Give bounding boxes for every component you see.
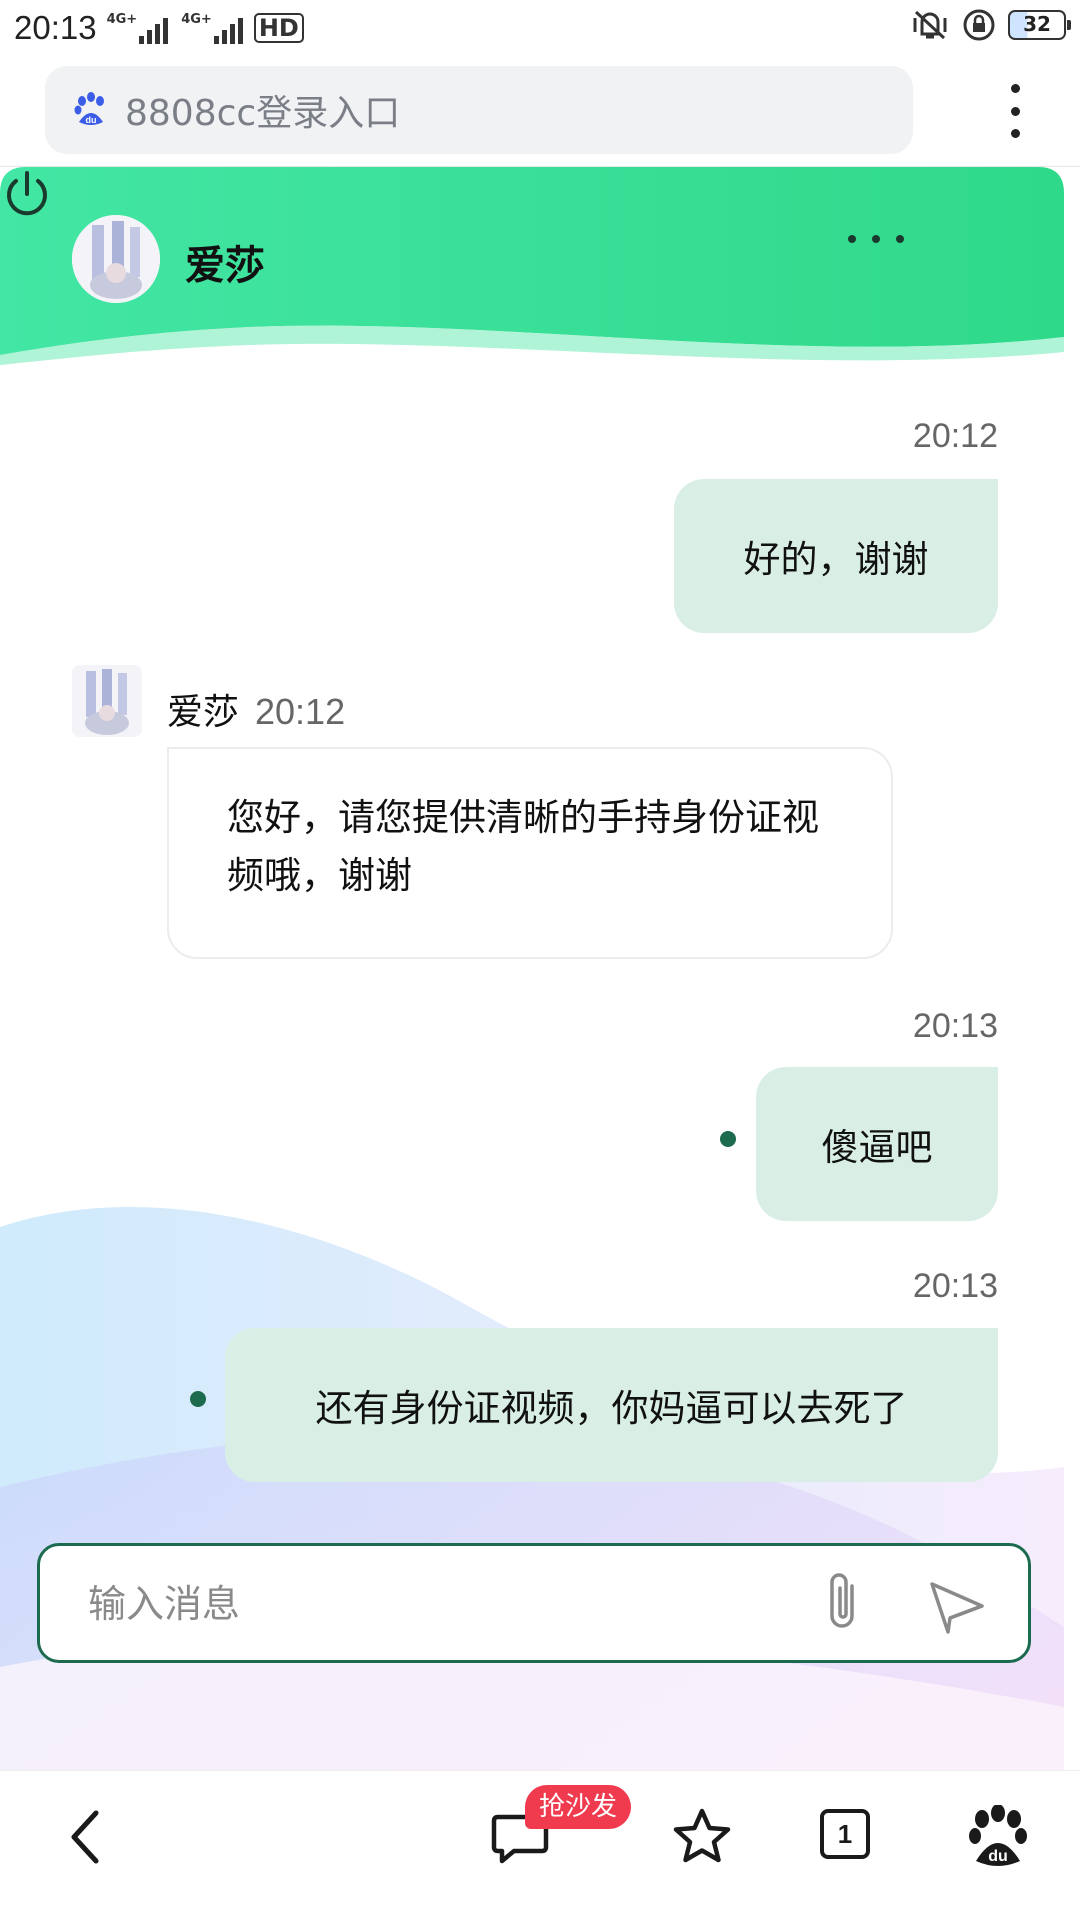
agent-avatar	[72, 215, 160, 303]
message-input[interactable]	[88, 1578, 788, 1630]
baidu-paw-icon[interactable]: du	[966, 1805, 1030, 1869]
paperclip-icon[interactable]	[816, 1568, 872, 1638]
comment-badge[interactable]: 抢沙发	[525, 1785, 632, 1829]
power-icon[interactable]	[0, 167, 54, 221]
message-text: 还有身份证视频，你妈逼可以去死了	[315, 1387, 908, 1430]
message-text: 您好，请您提供清晰的手持身份证视频哦，谢谢	[227, 796, 819, 897]
star-icon[interactable]	[670, 1805, 734, 1869]
agent-message-meta: 爱莎 20:12	[167, 683, 345, 735]
agent-name: 爱莎	[185, 243, 265, 289]
message-input-box	[37, 1543, 1031, 1663]
signal-icon-2: 4G+	[181, 12, 246, 44]
message-time: 20:12	[912, 417, 998, 455]
agent-avatar-small	[72, 665, 142, 737]
svg-text:du: du	[86, 115, 97, 125]
user-message-bubble[interactable]: 好的，谢谢	[674, 479, 998, 633]
more-horizontal-icon[interactable]	[848, 219, 904, 259]
address-bar[interactable]: du 8808cc登录入口	[45, 66, 913, 154]
chat-page: 爱莎 20:12 好的，谢谢 爱莎 20:12 您好，请您提供清晰的手持身份证视频…	[0, 167, 1064, 1770]
back-icon[interactable]	[56, 1805, 120, 1869]
more-vertical-icon[interactable]	[1000, 78, 1030, 144]
message-time: 20:13	[912, 1007, 998, 1045]
battery-indicator: 32	[1008, 10, 1071, 40]
baidu-paw-icon: du	[74, 92, 104, 125]
agent-name-small: 爱莎	[167, 692, 240, 733]
network-type-label: 4G+	[106, 12, 138, 27]
message-text: 好的，谢谢	[743, 538, 929, 581]
bottom-navigation: 抢沙发 1 du	[0, 1770, 1080, 1920]
message-time: 20:13	[912, 1267, 998, 1305]
message-time: 20:12	[255, 691, 346, 732]
sent-status-dot	[720, 1131, 736, 1147]
vibrate-icon	[913, 10, 947, 40]
send-icon[interactable]	[928, 1576, 986, 1634]
sent-status-dot	[190, 1391, 206, 1407]
agent-message-bubble[interactable]: 您好，请您提供清晰的手持身份证视频哦，谢谢	[167, 747, 893, 959]
status-time: 20:13	[14, 9, 97, 46]
address-text: 8808cc登录入口	[125, 93, 401, 134]
background-decoration	[0, 1206, 1064, 1770]
tab-count-button[interactable]: 1	[820, 1809, 870, 1859]
hd-voice-icon: HD	[253, 13, 304, 43]
status-bar: 20:13 4G+ 4G+ HD 32	[0, 0, 1080, 56]
rotation-lock-icon	[963, 9, 995, 41]
chat-header: 爱莎	[0, 167, 1064, 377]
user-message-bubble[interactable]: 傻逼吧	[756, 1067, 998, 1221]
message-text: 傻逼吧	[821, 1126, 933, 1169]
signal-icon: 4G+	[107, 12, 172, 44]
svg-text:du: du	[988, 1848, 1008, 1865]
network-type-label-2: 4G+	[181, 12, 212, 27]
user-message-bubble[interactable]: 还有身份证视频，你妈逼可以去死了	[225, 1328, 998, 1482]
